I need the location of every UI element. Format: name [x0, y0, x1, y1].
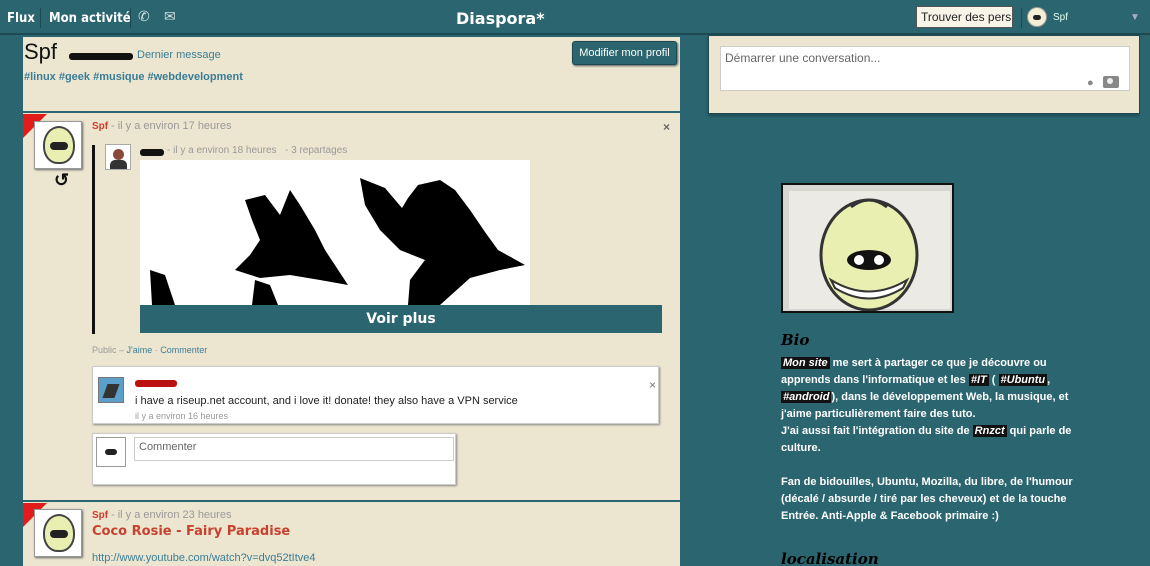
post-link[interactable]: http://www.youtube.com/watch?v=dvq52tItv… — [92, 552, 316, 564]
post-time: - il y a environ 17 heures — [111, 120, 232, 132]
reshare-time: - il y a environ 18 heures — [167, 145, 277, 156]
contacts-icon[interactable]: ✆ — [138, 8, 150, 25]
scrollbar[interactable] — [1140, 37, 1150, 566]
rnzct-link[interactable]: Rnzct — [972, 425, 1007, 437]
nav-separator — [1021, 8, 1022, 28]
user-menu[interactable]: Spf — [1027, 7, 1068, 27]
user-name: Spf — [1053, 11, 1069, 23]
profile-tags[interactable]: #linux #geek #musique #webdevelopment — [24, 71, 243, 83]
top-navbar: Flux Mon activité ✆ ✉ Diaspora* Trouver … — [0, 0, 1150, 35]
bio-text-part: Fan de bidouilles, Ubuntu, Mozilla, du l… — [781, 476, 1073, 522]
post-author[interactable]: Spf — [92, 121, 108, 132]
tag-ubuntu[interactable]: #Ubuntu — [998, 374, 1048, 386]
author-avatar[interactable] — [34, 509, 82, 557]
tag-android[interactable]: #android — [781, 391, 832, 403]
search-input[interactable]: Trouver des pers — [916, 6, 1013, 28]
chevron-down-icon[interactable]: ▼ — [1130, 12, 1140, 23]
post-author[interactable]: Spf — [92, 510, 108, 521]
divider — [23, 500, 680, 502]
see-more-button[interactable]: Voir plus — [140, 305, 662, 333]
stream-column: Spf Dernier message #linux #geek #musiqu… — [23, 37, 680, 566]
comment-input[interactable]: Commenter — [134, 437, 454, 461]
location-title: localisation — [781, 550, 879, 566]
bio-text-part: , — [1047, 374, 1051, 386]
camera-icon[interactable] — [1103, 76, 1119, 88]
reshare-icon: ↺ — [54, 170, 70, 190]
bio-site-link[interactable]: Mon site — [781, 357, 830, 369]
new-comment-form: Commenter — [92, 433, 456, 485]
profile-picture — [781, 183, 954, 313]
post-meta: Public – J'aime · Commenter — [92, 345, 208, 355]
post-time: - il y a environ 23 heures — [111, 509, 232, 521]
brand-logo[interactable]: Diaspora* — [456, 9, 545, 28]
bio-text-part: ( — [988, 374, 999, 386]
conversation-panel: Démarrer une conversation... ● — [708, 35, 1140, 114]
nav-separator — [40, 8, 41, 28]
avatar — [1027, 7, 1047, 27]
profile-name: Spf — [24, 39, 58, 64]
conversation-input[interactable]: Démarrer une conversation... — [720, 46, 1130, 91]
last-message-link[interactable]: Dernier message — [137, 49, 221, 61]
tag-it[interactable]: #IT — [968, 374, 989, 386]
comment: i have a riseup.net account, and i love … — [92, 366, 659, 424]
redacted-commenter — [135, 380, 177, 387]
visibility-label: Public – — [92, 345, 125, 355]
comment-text: i have a riseup.net account, and i love … — [135, 395, 518, 407]
bio-text: Mon site me sert à partager ce que je dé… — [781, 355, 1081, 525]
comment-link[interactable]: Commenter — [160, 345, 207, 355]
close-icon[interactable]: × — [649, 378, 656, 392]
like-link[interactable]: J'aime — [127, 345, 153, 355]
post-title[interactable]: Coco Rosie - Fairy Paradise — [92, 524, 290, 539]
post-image[interactable] — [140, 160, 530, 305]
redacted-author — [140, 149, 164, 156]
bio-title: Bio — [781, 331, 810, 349]
avatar — [96, 437, 126, 467]
comment-time: il y a environ 16 heures — [135, 411, 229, 421]
redacted-handle — [69, 53, 133, 60]
bio-text-part: J'ai aussi fait l'intégration du site de — [781, 425, 973, 437]
nav-my-activity[interactable]: Mon activité — [49, 11, 131, 26]
nav-separator — [130, 8, 131, 28]
commenter-avatar[interactable] — [98, 377, 124, 403]
mail-icon[interactable]: ✉ — [164, 8, 176, 25]
divider — [23, 111, 680, 113]
location-pin-icon[interactable]: ● — [1087, 77, 1094, 89]
author-avatar[interactable] — [34, 121, 82, 169]
reshare-author-avatar[interactable] — [105, 144, 131, 170]
close-icon[interactable]: × — [663, 120, 670, 134]
reshare-count: - 3 repartages — [285, 145, 348, 156]
reshare-bar — [92, 145, 95, 334]
edit-profile-button[interactable]: Modifier mon profil — [572, 41, 677, 65]
nav-flux[interactable]: Flux — [7, 11, 35, 26]
